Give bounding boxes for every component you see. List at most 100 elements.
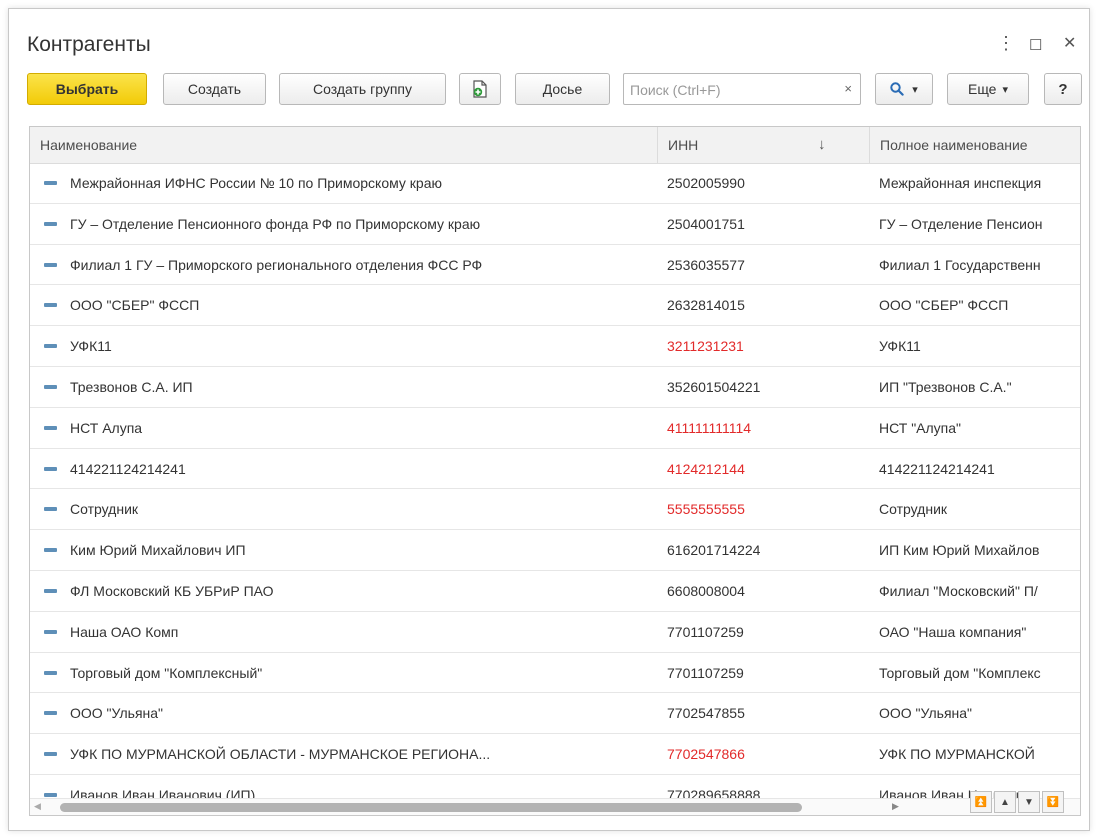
table-row[interactable]: НСТ Алупа 411111111114 НСТ "Алупа" <box>30 408 1080 449</box>
cell-full-name: ИП "Трезвонов С.А." <box>879 378 1012 395</box>
cell-inn: 4124212144 <box>667 460 745 477</box>
cell-inn: 352601504221 <box>667 378 761 395</box>
cell-name: НСТ Алупа <box>70 419 143 436</box>
scroll-left-icon[interactable]: ◀ <box>34 801 41 812</box>
cell-inn: 2504001751 <box>667 215 745 232</box>
cell-name: УФК ПО МУРМАНСКОЙ ОБЛАСТИ - МУРМАНСКОЕ Р… <box>70 746 491 763</box>
create-group-button[interactable]: Создать группу <box>279 73 446 105</box>
element-dash-icon <box>44 425 57 430</box>
search-button[interactable]: ▾ <box>875 73 933 105</box>
cell-inn: 2502005990 <box>667 175 745 191</box>
element-dash-icon <box>44 670 57 675</box>
counterparties-table: Наименование ИНН ↓ Полное наименование М… <box>29 126 1081 816</box>
column-header-inn[interactable]: ИНН <box>658 127 838 163</box>
cell-full-name: ООО "СБЕР" ФССП <box>879 297 1009 314</box>
search-input[interactable] <box>628 78 837 102</box>
table-row[interactable]: ООО "Ульяна" 7702547855 ООО "Ульяна" <box>30 693 1080 735</box>
table-row[interactable]: Трезвонов С.А. ИП 352601504221 ИП "Трезвон… <box>30 367 1080 408</box>
scroll-to-top-button[interactable]: ⏫ <box>970 791 992 813</box>
cell-name: ООО "СБЕР" ФССП <box>70 297 200 314</box>
cell-full-name: ИП Ким Юрий Михайлов <box>879 542 1040 559</box>
table-row[interactable]: 414221124214241 4124212144 414221124214241 <box>30 449 1080 490</box>
column-header-name[interactable]: Наименование <box>30 127 657 163</box>
chevron-down-icon: ▾ <box>912 83 918 96</box>
table-row[interactable]: ФЛ Московский КБ УБРиР ПАО 6608008004 Фили… <box>30 571 1080 612</box>
element-dash-icon <box>44 466 57 471</box>
element-dash-icon <box>44 752 57 757</box>
scroll-up-button[interactable]: ▲ <box>994 791 1016 813</box>
new-document-icon <box>473 80 487 98</box>
cell-full-name: Филиал 1 Государственн <box>879 256 1041 273</box>
column-header-full-name[interactable]: Полное наименование <box>870 127 1080 163</box>
help-button[interactable]: ? <box>1044 73 1082 105</box>
element-dash-icon <box>44 507 57 512</box>
cell-full-name: УФК11 <box>879 338 921 355</box>
element-dash-icon <box>44 262 57 267</box>
window-title: Контрагенты <box>27 33 151 56</box>
cell-inn: 616201714224 <box>667 542 761 559</box>
dossier-button[interactable]: Досье <box>515 73 610 105</box>
table-row[interactable]: Ким Юрий Михайлович ИП 616201714224 ИП Ким… <box>30 530 1080 571</box>
cell-name: Ким Юрий Михайлович ИП <box>70 542 246 559</box>
counterparties-window: Контрагенты ⋮ ☐ ✕ Выбрать Создать Создат… <box>8 8 1090 831</box>
element-dash-icon <box>44 344 57 349</box>
cell-full-name: ООО "Ульяна" <box>879 705 973 722</box>
cell-full-name: Торговый дом "Комплекс <box>879 664 1041 681</box>
more-label: Еще <box>967 81 997 97</box>
table-row[interactable]: Межрайонная ИФНС России № 10 по Приморск… <box>30 163 1080 204</box>
cell-inn: 2536035577 <box>667 256 745 273</box>
table-row[interactable]: УФК ПО МУРМАНСКОЙ ОБЛАСТИ - МУРМАНСКОЕ Р… <box>30 734 1080 775</box>
cell-full-name: Межрайонная инспекция <box>879 175 1042 191</box>
cell-full-name: Филиал "Московский" П/ <box>879 582 1038 599</box>
cell-full-name: ГУ – Отделение Пенсион <box>879 215 1043 232</box>
cell-inn: 411111111114 <box>667 419 752 436</box>
cell-name: ФЛ Московский КБ УБРиР ПАО <box>70 582 274 599</box>
cell-inn: 2632814015 <box>667 297 745 314</box>
element-dash-icon <box>44 303 57 308</box>
table-row[interactable]: Филиал 1 ГУ – Приморского регионального … <box>30 245 1080 286</box>
chevron-down-icon: ▾ <box>1002 83 1009 96</box>
maximize-icon[interactable]: ☐ <box>1029 36 1042 54</box>
cell-inn: 7701107259 <box>667 623 744 640</box>
cell-name: 414221124214241 <box>70 460 186 477</box>
table-body: Межрайонная ИФНС России № 10 по Приморск… <box>30 163 1080 815</box>
cell-inn: 5555555555 <box>667 501 745 518</box>
table-header: Наименование ИНН ↓ Полное наименование <box>30 127 1080 164</box>
more-menu-button[interactable]: Еще ▾ <box>947 73 1029 105</box>
table-row[interactable]: ГУ – Отделение Пенсионного фонда РФ по П… <box>30 204 1080 245</box>
scroll-down-button[interactable]: ▼ <box>1018 791 1040 813</box>
element-dash-icon <box>44 384 57 389</box>
new-document-button[interactable] <box>459 73 501 105</box>
element-dash-icon <box>44 792 57 797</box>
element-dash-icon <box>44 181 57 185</box>
more-actions-icon[interactable]: ⋮ <box>997 33 1015 54</box>
scroll-to-bottom-button[interactable]: ⏬ <box>1042 791 1064 813</box>
clear-search-icon[interactable]: × <box>844 81 852 96</box>
table-row[interactable]: ООО "СБЕР" ФССП 2632814015 ООО "СБЕР" ФССП <box>30 285 1080 327</box>
cell-inn: 6608008004 <box>667 582 745 599</box>
table-row[interactable]: Торговый дом "Комплексный" 7701107259 Торг… <box>30 653 1080 694</box>
element-dash-icon <box>44 221 57 226</box>
search-field: × <box>623 73 861 105</box>
cell-name: ООО "Ульяна" <box>70 705 164 722</box>
element-dash-icon <box>44 629 57 634</box>
scroll-right-icon[interactable]: ▶ <box>892 801 899 812</box>
create-button[interactable]: Создать <box>163 73 266 105</box>
close-icon[interactable]: ✕ <box>1063 33 1076 53</box>
cell-name: Филиал 1 ГУ – Приморского регионального … <box>70 256 483 273</box>
cell-name: Межрайонная ИФНС России № 10 по Приморск… <box>70 175 442 191</box>
cell-full-name: НСТ "Алупа" <box>879 419 962 436</box>
cell-full-name: 414221124214241 <box>879 460 995 477</box>
magnifier-icon <box>890 82 904 96</box>
cell-inn: 7702547866 <box>667 746 745 763</box>
table-row[interactable]: Сотрудник 5555555555 Сотрудник <box>30 489 1080 531</box>
table-row[interactable]: Наша ОАО Комп 7701107259 ОАО "Наша компани… <box>30 612 1080 653</box>
cell-inn: 3211231231 <box>667 338 744 355</box>
select-button[interactable]: Выбрать <box>27 73 147 105</box>
scrollbar-thumb[interactable] <box>60 803 802 812</box>
table-row[interactable]: УФК11 3211231231 УФК11 <box>30 326 1080 367</box>
cell-name: Сотрудник <box>70 501 139 518</box>
horizontal-scrollbar[interactable]: ◀ ▶ ⏫ ▲ ▼ ⏬ <box>30 791 1080 815</box>
cell-inn: 7701107259 <box>667 664 744 681</box>
cell-name: Торговый дом "Комплексный" <box>70 664 263 681</box>
